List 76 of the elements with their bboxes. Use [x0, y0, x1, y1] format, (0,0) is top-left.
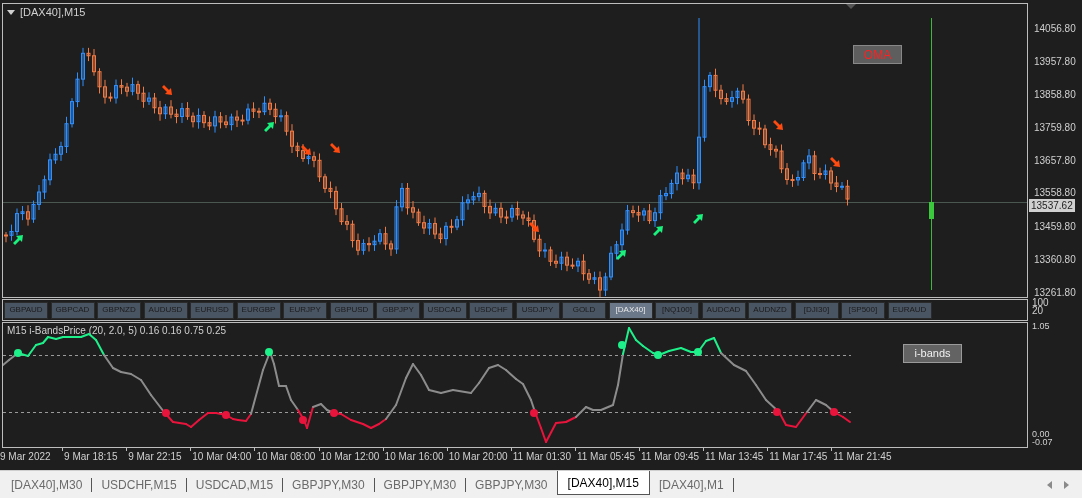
down-arrow-icon	[830, 157, 840, 167]
time-label: 11 Mar 13:45	[705, 452, 764, 462]
chart-tab[interactable]: GBPJPY,M30	[466, 473, 557, 496]
down-arrow-icon	[773, 120, 783, 130]
time-label: 10 Mar 20:00	[448, 452, 508, 462]
up-arrow-icon	[13, 235, 23, 245]
symbol-button[interactable]: EURAUD	[887, 301, 932, 319]
price-label: 13759.80	[1034, 123, 1076, 133]
up-arrow-icon	[616, 250, 626, 260]
oma-button[interactable]: OMA	[853, 45, 902, 64]
time-label: 10 Mar 08:00	[256, 452, 316, 462]
symbol-button[interactable]: GBPAUD	[4, 301, 48, 319]
symbol-button[interactable]: AUDNZD	[748, 301, 792, 319]
time-label: 11 Mar 21:45	[833, 452, 892, 462]
symbol-button[interactable]: EURUSD	[190, 301, 234, 319]
time-label: 11 Mar 09:45	[641, 452, 700, 462]
time-label: 9 Mar 2022	[0, 452, 51, 462]
chart-tab[interactable]: [DAX40],M1	[649, 473, 733, 496]
indicator-label: M15 i-BandsPrice (20, 2.0, 5) 0.16 0.16 0.75 0.25	[7, 326, 227, 336]
scale-label: 100	[1032, 298, 1049, 308]
down-arrow-icon	[330, 143, 340, 153]
chart-tab[interactable]: [DAX40],M15	[556, 471, 650, 495]
up-arrow-icon	[693, 214, 703, 224]
symbol-button[interactable]: USDJPY	[515, 301, 560, 319]
time-label: 10 Mar 12:00	[320, 452, 380, 462]
symbol-button[interactable]: [DAX40]	[608, 301, 653, 319]
chart-tab[interactable]: USDCAD,M15	[186, 473, 283, 496]
down-arrow-icon	[529, 222, 539, 232]
chart-tab[interactable]: GBPJPY,M30	[374, 473, 466, 496]
chart-title: [DAX40],M15	[20, 7, 86, 18]
time-label: 10 Mar 04:00	[192, 452, 252, 462]
time-label: 9 Mar 18:15	[64, 452, 118, 462]
scale-label: -0.07	[1032, 438, 1053, 447]
down-arrow-icon	[162, 85, 172, 95]
scale-label: 0.00	[1032, 430, 1050, 439]
time-label: 11 Mar 01:30	[512, 452, 571, 462]
down-arrow-icon	[301, 145, 311, 155]
symbol-button[interactable]: USDCAD	[422, 301, 467, 319]
chart-tab[interactable]: [DAX40],M30	[2, 473, 92, 496]
price-label: 13558.80	[1034, 188, 1076, 198]
price-label: 13657.80	[1034, 156, 1076, 166]
symbol-button[interactable]: [NQ100]	[655, 301, 699, 319]
time-label: 11 Mar 05:45	[576, 452, 636, 462]
symbol-button[interactable]: AUDUSD	[143, 301, 188, 319]
up-arrow-icon	[264, 122, 274, 132]
up-arrow-icon	[653, 226, 663, 236]
time-label: 10 Mar 16:00	[384, 452, 444, 462]
scroll-marker-icon[interactable]	[846, 4, 856, 9]
symbol-button[interactable]: GBPNZD	[97, 301, 141, 319]
symbol-button[interactable]: USDCHF	[469, 301, 513, 319]
scroll-left-icon[interactable]	[1046, 481, 1052, 489]
symbol-button[interactable]: [SP500]	[841, 301, 885, 319]
price-label: 13360.80	[1034, 255, 1076, 265]
symbol-button[interactable]: [DJI30]	[794, 301, 839, 319]
price-label: 13261.80	[1034, 288, 1076, 298]
chart-tab[interactable]: USDCHF,M15	[92, 473, 186, 496]
symbol-button[interactable]: EURJPY	[283, 301, 327, 319]
symbol-button[interactable]: GBPJPY	[376, 301, 420, 319]
i-bands-button[interactable]: i-bands	[903, 344, 962, 363]
price-label: 13957.80	[1034, 57, 1076, 67]
chart-tab[interactable]: GBPJPY,M30	[283, 473, 374, 496]
dropdown-caret-icon[interactable]	[7, 9, 15, 16]
symbol-button[interactable]: GBPUSD	[329, 301, 374, 319]
time-label: 11 Mar 17:45	[769, 452, 828, 462]
symbol-button[interactable]: GOLD	[562, 301, 606, 319]
symbol-button[interactable]: EURGBP	[236, 301, 281, 319]
price-label: 14056.80	[1034, 24, 1076, 34]
scroll-right-icon[interactable]	[1064, 481, 1070, 489]
symbol-button[interactable]: GBPCAD	[50, 301, 95, 319]
time-label: 9 Mar 22:15	[128, 452, 182, 462]
symbol-button[interactable]: AUDCAD	[701, 301, 746, 319]
scale-label: 1.05	[1032, 322, 1050, 331]
scale-label: 20	[1032, 306, 1044, 316]
current-price-label: 13537.62	[1029, 199, 1075, 212]
price-label: 13459.80	[1034, 222, 1076, 232]
price-label: 13858.80	[1034, 90, 1076, 100]
